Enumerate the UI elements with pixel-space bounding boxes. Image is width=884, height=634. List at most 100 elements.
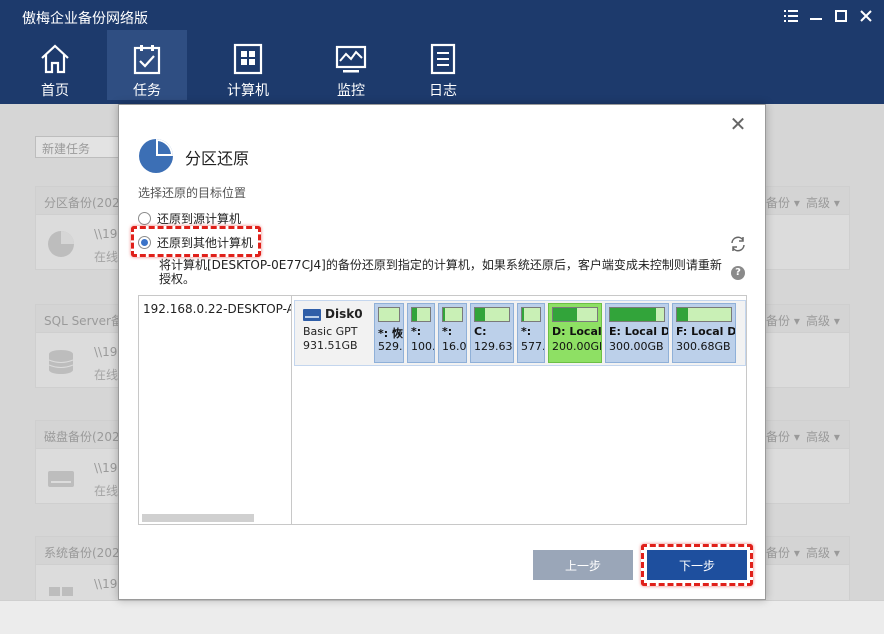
task-card-advanced-menu[interactable]: 高级 ▾: [806, 312, 840, 329]
partition-size: 100.: [411, 340, 435, 353]
task-card-advanced-menu[interactable]: 高级 ▾: [806, 194, 840, 211]
disk-icon: [48, 471, 74, 487]
usage-fill: [610, 308, 656, 321]
task-card-title: 分区备份(202: [44, 196, 120, 210]
usage-fill: [443, 308, 445, 321]
home-icon: [41, 44, 69, 74]
usage-bar: [378, 307, 400, 322]
task-card-title: 系统备份(202: [44, 546, 120, 560]
partition-label: *:: [442, 325, 453, 338]
computer-list-item[interactable]: 192.168.0.22-DESKTOP-AC: [143, 302, 291, 316]
partition-block[interactable]: *: 恢 529.: [374, 303, 404, 363]
task-card-backup-menu[interactable]: 备份 ▾: [766, 312, 800, 329]
task-card-status: 在线: [94, 368, 119, 382]
radio-button[interactable]: [138, 211, 151, 225]
disk-type: Basic GPT: [303, 325, 358, 338]
radio-button[interactable]: [138, 235, 151, 249]
nav-home-label: 首页: [41, 83, 69, 99]
horizontal-scrollbar[interactable]: [142, 514, 254, 522]
partition-size: 16.0: [442, 340, 467, 353]
app-title: 傲梅企业备份网络版: [22, 11, 148, 27]
title-bar: 傲梅企业备份网络版 首页 任务 计算机 监控 日志: [0, 0, 884, 104]
partition-label: F: Local Di: [676, 325, 736, 338]
task-card-backup-menu[interactable]: 备份 ▾: [766, 194, 800, 211]
task-card-title: 磁盘备份(202: [44, 430, 120, 444]
nav-computer-label: 计算机: [227, 83, 269, 99]
task-icon: [133, 45, 161, 75]
partition-size: 300.68GB N: [676, 340, 736, 353]
help-icon[interactable]: ?: [731, 266, 745, 280]
usage-bar: [474, 307, 510, 322]
dialog-close-icon[interactable]: ✕: [729, 114, 747, 134]
option-label: 还原到其他计算机: [157, 235, 254, 250]
partition-label: *: 恢: [378, 327, 403, 340]
new-task-dropdown[interactable]: 新建任务: [35, 136, 125, 158]
partition-block[interactable]: E: Local Di 300.00GB N: [605, 303, 669, 363]
partition-block[interactable]: *: 16.0: [438, 303, 467, 363]
nav-monitor[interactable]: 监控: [311, 30, 391, 100]
menu-icon[interactable]: [780, 6, 802, 26]
close-icon[interactable]: [855, 6, 877, 26]
partition-restore-icon: [139, 139, 173, 173]
hard-disk-icon: [303, 309, 321, 321]
task-card-advanced-menu[interactable]: 高级 ▾: [806, 544, 840, 561]
partition-label: *:: [521, 325, 532, 338]
partition-block[interactable]: *: 577.: [517, 303, 545, 363]
disk-name: Disk0: [325, 307, 363, 321]
nav-task[interactable]: 任务: [107, 30, 187, 100]
status-bar: [0, 600, 884, 634]
partition-size: 200.00GB: [552, 340, 602, 353]
refresh-icon[interactable]: [729, 235, 747, 253]
task-card-backup-menu[interactable]: 备份 ▾: [766, 544, 800, 561]
previous-step-button[interactable]: 上一步: [533, 550, 633, 580]
partition-size: 577.: [521, 340, 545, 353]
database-icon: [48, 350, 74, 374]
task-card-backup-menu[interactable]: 备份 ▾: [766, 428, 800, 445]
usage-bar: [521, 307, 541, 322]
task-card-status: 在线: [94, 250, 119, 264]
partition-size: 129.63: [474, 340, 513, 353]
log-icon: [430, 43, 456, 75]
nav-log[interactable]: 日志: [403, 30, 483, 100]
partition-label: *:: [411, 325, 422, 338]
disk-row: Disk0 Basic GPT 931.51GB *: 恢 529. *: 10…: [294, 300, 746, 366]
computer-icon: [233, 43, 263, 75]
nav-task-label: 任务: [133, 83, 161, 99]
nav-log-label: 日志: [429, 83, 457, 99]
restore-info-text: 将计算机[DESKTOP-0E77CJ4]的备份还原到指定的计算机，如果系统还原…: [159, 258, 722, 286]
dialog-title: 分区还原: [185, 149, 250, 168]
restore-to-other-option[interactable]: 还原到其他计算机: [138, 233, 253, 251]
maximize-icon[interactable]: [830, 6, 852, 26]
usage-bar: [609, 307, 665, 322]
nav-home[interactable]: 首页: [15, 30, 95, 100]
nav-monitor-label: 监控: [337, 83, 365, 99]
restore-to-source-option[interactable]: 还原到源计算机: [138, 209, 241, 227]
target-selection-panel: 192.168.0.22-DESKTOP-AC Disk0 Basic GPT …: [138, 295, 747, 525]
partition-label: C:: [474, 325, 487, 338]
usage-fill: [553, 308, 578, 321]
usage-fill: [475, 308, 486, 321]
partition-label: D: Local: [552, 325, 602, 338]
usage-bar: [676, 307, 732, 322]
usage-fill: [677, 308, 688, 321]
partition-block[interactable]: C: 129.63: [470, 303, 514, 363]
disk-info[interactable]: Disk0 Basic GPT 931.51GB: [295, 301, 373, 365]
usage-fill: [412, 308, 418, 321]
partition-label: E: Local Di: [609, 325, 669, 338]
partition-block[interactable]: *: 100.: [407, 303, 435, 363]
partition-restore-dialog: ✕ 分区还原 选择还原的目标位置 还原到源计算机 还原到其他计算机 将计算机[D…: [118, 104, 766, 600]
usage-bar: [411, 307, 431, 322]
monitor-icon: [335, 45, 367, 73]
usage-bar: [552, 307, 598, 322]
partition-block-selected[interactable]: D: Local 200.00GB: [548, 303, 602, 363]
dialog-subtitle: 选择还原的目标位置: [138, 186, 247, 200]
partition-size: 529.: [378, 340, 403, 353]
computer-list: 192.168.0.22-DESKTOP-AC: [139, 296, 292, 524]
minimize-icon[interactable]: [805, 6, 827, 26]
partition-block[interactable]: F: Local Di 300.68GB N: [672, 303, 736, 363]
task-card-advanced-menu[interactable]: 高级 ▾: [806, 428, 840, 445]
task-card-status: 在线: [94, 484, 119, 498]
nav-computer[interactable]: 计算机: [208, 30, 288, 100]
next-step-button[interactable]: 下一步: [647, 550, 747, 580]
task-card-title: SQL Server备: [44, 314, 123, 328]
